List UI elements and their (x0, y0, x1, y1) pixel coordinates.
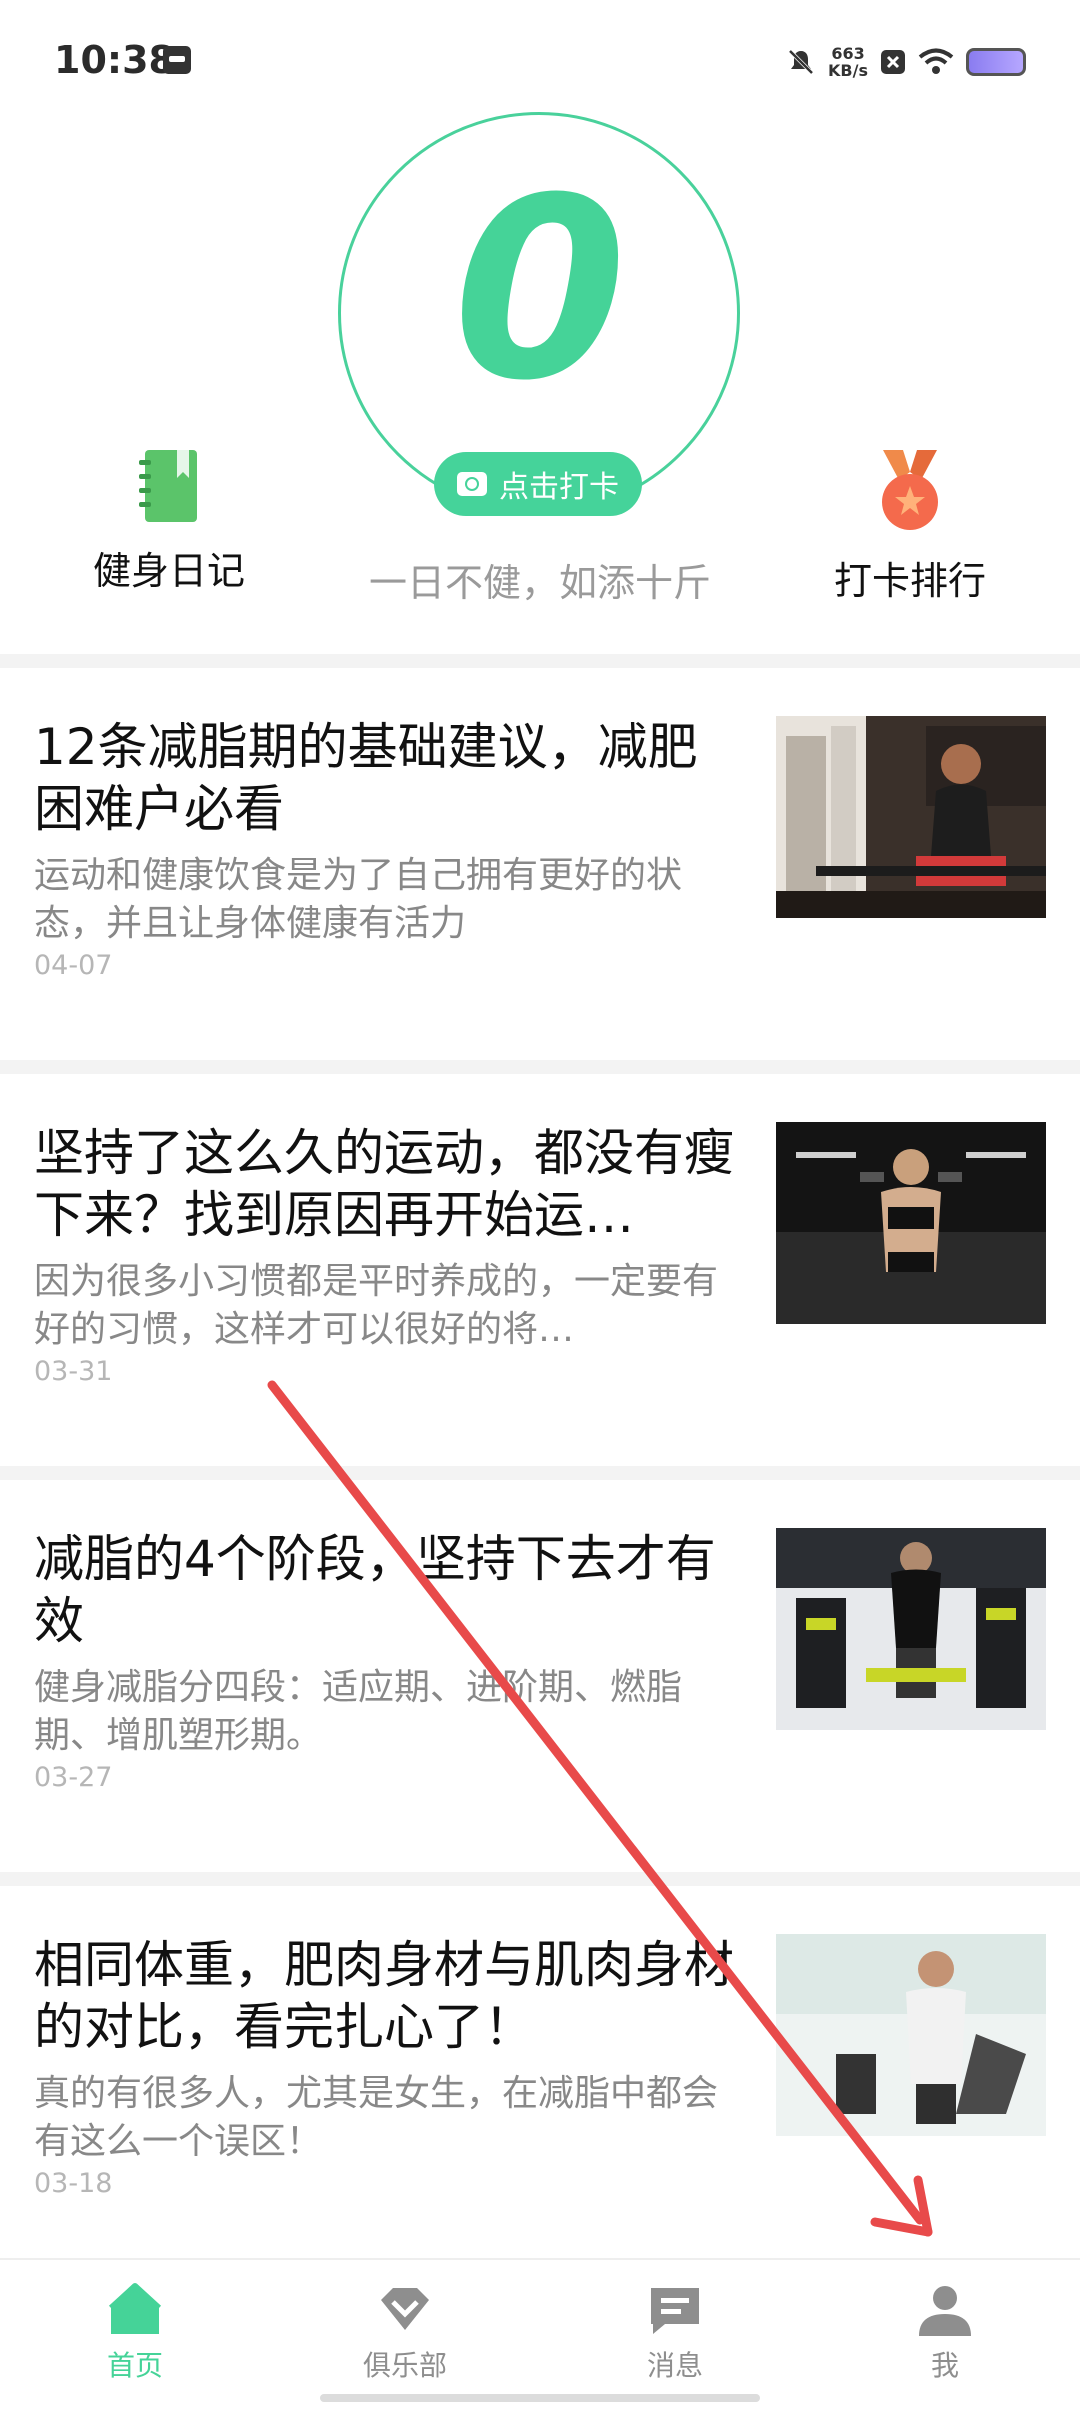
tab-messages[interactable]: 消息 (590, 2280, 760, 2384)
fitness-diary-label: 健身日记 (92, 549, 245, 593)
article-title: 坚持了这么久的运动，都没有瘦下来？找到原因再开始运… (34, 1124, 734, 1244)
section-divider (0, 654, 1080, 668)
article-item[interactable]: 坚持了这么久的运动，都没有瘦下来？找到原因再开始运… 因为很多小习惯都是平时养成… (0, 1074, 1080, 1466)
checkin-button[interactable]: 点击打卡 (434, 452, 642, 516)
speed-unit: KB/s (828, 61, 868, 80)
status-time: 10:38 (54, 38, 175, 82)
article-date: 04-07 (34, 950, 113, 981)
article-item[interactable]: 减脂的4个阶段，坚持下去才有效 健身减脂分四段：适应期、进阶期、燃脂期、增肌塑形… (0, 1480, 1080, 1872)
tab-messages-label: 消息 (646, 2349, 703, 2382)
article-title: 12条减脂期的基础建议，减肥困难户必看 (34, 718, 698, 838)
article-title: 相同体重，肥肉身材与肌肉身材的对比，看完扎心了！ (34, 1936, 734, 2056)
checkin-ranking-button[interactable]: 打卡排行 (820, 450, 1000, 605)
tab-me-label: 我 (930, 2349, 959, 2382)
section-divider (0, 1872, 1080, 1886)
article-date: 03-27 (34, 1762, 113, 1793)
checkin-count: 0 (453, 144, 627, 435)
mute-icon (788, 49, 814, 75)
wifi-icon (918, 48, 954, 74)
calendar-icon (163, 46, 191, 74)
user-icon (919, 2286, 971, 2336)
article-title: 减脂的4个阶段，坚持下去才有效 (34, 1530, 716, 1650)
message-icon (651, 2288, 699, 2334)
diamond-icon (381, 2288, 429, 2330)
article-description: 因为很多小习惯都是平时养成的，一定要有好的习惯，这样才可以很好的将… (34, 1261, 719, 1350)
article-description: 健身减脂分四段：适应期、进阶期、燃脂期、增肌塑形期。 (34, 1667, 683, 1756)
tab-me[interactable]: 我 (860, 2280, 1030, 2384)
tab-home-label: 首页 (106, 2349, 163, 2382)
article-description: 真的有很多人，尤其是女生，在减脂中都会有这么一个误区！ (34, 2073, 719, 2162)
article-thumbnail-gym-machines (776, 1528, 1046, 1730)
home-indicator (320, 2394, 760, 2402)
tab-club-label: 俱乐部 (362, 2349, 447, 2382)
section-divider (0, 1060, 1080, 1074)
speed-value: 663 (831, 44, 865, 63)
status-icons: 663 KB/s (786, 40, 1026, 84)
section-divider (0, 1466, 1080, 1480)
article-thumbnail-woman-dumbbells (776, 1122, 1046, 1324)
bottom-tab-bar: 首页 俱乐部 消息 我 (0, 2258, 1080, 2410)
slogan: 一日不健，如添十斤 (368, 561, 711, 605)
article-item[interactable]: 相同体重，肥肉身材与肌肉身材的对比，看完扎心了！ 真的有很多人，尤其是女生，在减… (0, 1886, 1080, 2278)
network-speed: 663 KB/s (828, 45, 868, 79)
close-box-icon (881, 50, 905, 74)
checkin-ranking-label: 打卡排行 (833, 559, 986, 603)
tab-club[interactable]: 俱乐部 (320, 2280, 490, 2384)
medal-icon (882, 450, 938, 530)
checkin-button-label: 点击打卡 (499, 470, 619, 505)
fitness-diary-button[interactable]: 健身日记 (84, 450, 254, 595)
tab-home[interactable]: 首页 (50, 2280, 220, 2384)
notebook-icon (139, 450, 197, 522)
battery-icon (966, 48, 1026, 76)
home-icon (108, 2283, 162, 2334)
article-thumbnail-woman-rowing-machine (776, 716, 1046, 918)
article-date: 03-31 (34, 1356, 113, 1387)
article-thumbnail-man-treadmill (776, 1934, 1046, 2136)
article-description: 运动和健康饮食是为了自己拥有更好的状态，并且让身体健康有活力 (34, 855, 683, 944)
status-bar: 10:38 663 KB/s (0, 0, 1080, 125)
article-date: 03-18 (34, 2168, 113, 2199)
article-item[interactable]: 12条减脂期的基础建议，减肥困难户必看 运动和健康饮食是为了自己拥有更好的状态，… (0, 668, 1080, 1060)
camera-icon (457, 472, 487, 496)
